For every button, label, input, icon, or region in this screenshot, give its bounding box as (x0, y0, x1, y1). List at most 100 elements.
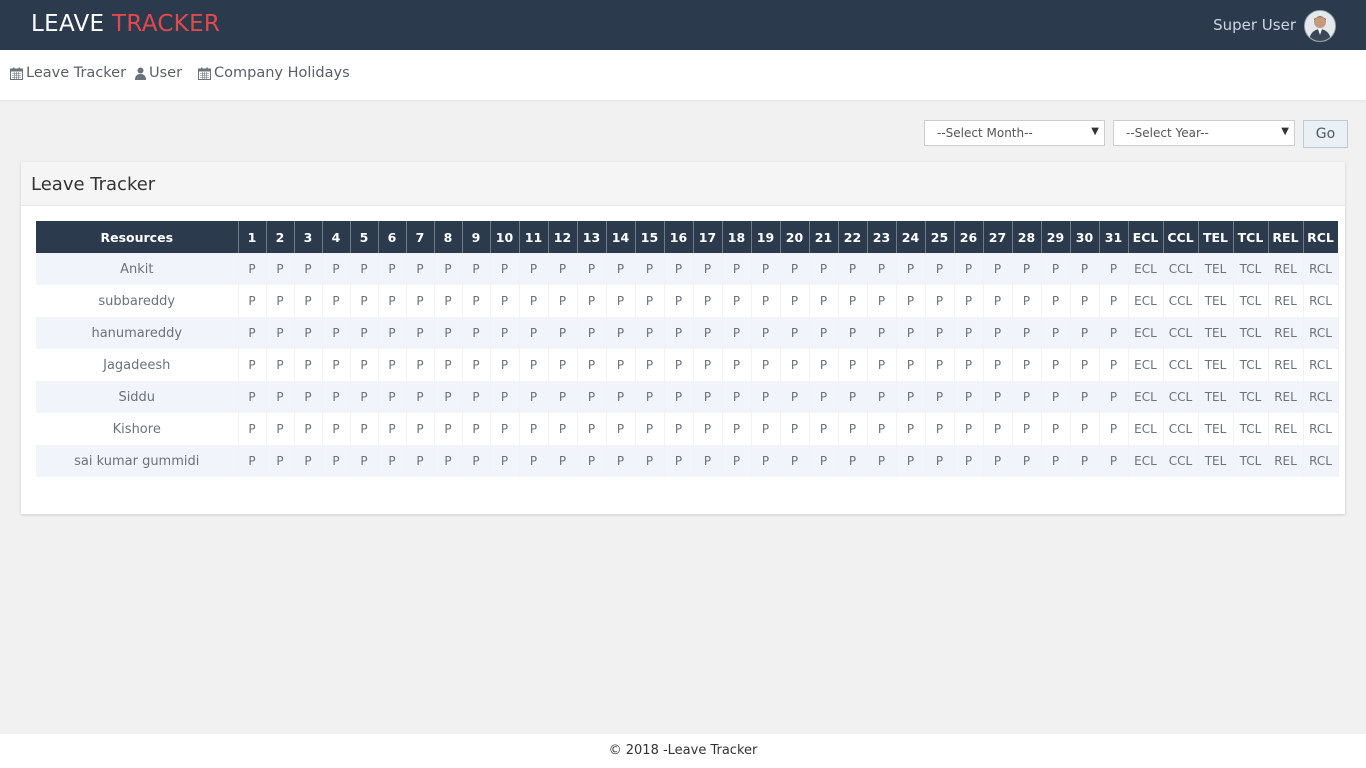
day-cell: P (722, 413, 752, 445)
day-cell: P (1099, 253, 1129, 285)
day-cell: P (780, 253, 810, 285)
column-header: 27 (983, 221, 1013, 253)
day-cell: P (378, 349, 407, 381)
leave-tracker-panel: Leave Tracker Resources 1 2 3 4 5 6 7 8 9 10 11 12 13… (21, 162, 1345, 514)
nav-user[interactable]: User (135, 65, 182, 81)
column-header: 18 (722, 221, 752, 253)
day-cell: P (925, 317, 955, 349)
day-cell: P (548, 285, 578, 317)
user-name[interactable]: Super User (1213, 16, 1296, 34)
summary-cell: RCL (1303, 381, 1339, 413)
column-header: 26 (954, 221, 984, 253)
day-cell: P (434, 445, 463, 477)
day-cell: P (722, 317, 752, 349)
resource-name: hanumareddy (36, 317, 239, 349)
column-header: 25 (925, 221, 955, 253)
footer: © 2018 -Leave Tracker (0, 734, 1366, 768)
day-cell: P (266, 445, 295, 477)
day-cell: P (1070, 413, 1100, 445)
day-cell: P (577, 349, 607, 381)
table-row: Siddu P P P P P P P P P P P P P P P P P P P P P P P P P P P P P P P ECL C… (36, 381, 1339, 413)
summary-cell: ECL (1128, 445, 1164, 477)
day-cell: P (1012, 285, 1042, 317)
leave-table: Resources 1 2 3 4 5 6 7 8 9 10 11 12 13 14 15 16 17 18 19 20… (36, 221, 1339, 477)
day-cell: P (1041, 445, 1071, 477)
go-button[interactable]: Go (1303, 120, 1348, 148)
table-row: hanumareddy P P P P P P P P P P P P P P P P P P P P P P P P P P P P P… (36, 317, 1339, 349)
day-cell: P (238, 445, 267, 477)
footer-text: © 2018 -Leave Tracker (608, 743, 758, 758)
day-cell: P (751, 381, 781, 413)
column-header: 12 (548, 221, 578, 253)
table-row: subbareddy P P P P P P P P P P P P P P P P P P P P P P P P P P P P P P… (36, 285, 1339, 317)
day-cell: P (462, 317, 491, 349)
nav-company-holidays[interactable]: Company Holidays (198, 65, 350, 81)
day-cell: P (519, 285, 549, 317)
summary-cell: RCL (1303, 285, 1339, 317)
month-select-value: --Select Month-- (937, 126, 1033, 140)
day-cell: P (322, 285, 351, 317)
column-header: REL (1268, 221, 1304, 253)
avatar[interactable] (1304, 10, 1336, 42)
summary-cell: CCL (1163, 381, 1199, 413)
day-cell: P (350, 413, 379, 445)
day-cell: P (693, 317, 723, 349)
day-cell: P (577, 285, 607, 317)
nav-label: User (149, 65, 183, 81)
summary-cell: REL (1268, 381, 1304, 413)
day-cell: P (1099, 381, 1129, 413)
day-cell: P (462, 381, 491, 413)
day-cell: P (1099, 317, 1129, 349)
day-cell: P (867, 317, 897, 349)
nav-leave-tracker[interactable]: Leave Tracker (10, 65, 126, 81)
day-cell: P (1070, 285, 1100, 317)
column-header: 23 (867, 221, 897, 253)
day-cell: P (606, 253, 636, 285)
summary-cell: CCL (1163, 349, 1199, 381)
column-header: CCL (1163, 221, 1199, 253)
day-cell: P (266, 285, 295, 317)
day-cell: P (693, 413, 723, 445)
day-cell: P (350, 285, 379, 317)
column-header: 11 (519, 221, 549, 253)
day-cell: P (983, 413, 1013, 445)
day-cell: P (238, 317, 267, 349)
day-cell: P (809, 413, 839, 445)
day-cell: P (954, 381, 984, 413)
day-cell: P (954, 445, 984, 477)
summary-cell: TCL (1233, 413, 1269, 445)
day-cell: P (693, 253, 723, 285)
day-cell: P (577, 413, 607, 445)
day-cell: P (350, 253, 379, 285)
table-row: Ankit P P P P P P P P P P P P P P P P P P P P P P P P P P P P P P P ECL C… (36, 253, 1339, 285)
summary-cell: ECL (1128, 381, 1164, 413)
app-logo[interactable]: LEAVE TRACKER (31, 11, 220, 37)
summary-cell: RCL (1303, 349, 1339, 381)
day-cell: P (838, 317, 868, 349)
summary-cell: REL (1268, 349, 1304, 381)
column-header: 5 (350, 221, 379, 253)
year-select[interactable]: --Select Year-- ▼ (1113, 120, 1295, 146)
day-cell: P (1041, 381, 1071, 413)
day-cell: P (809, 381, 839, 413)
day-cell: P (519, 413, 549, 445)
day-cell: P (606, 413, 636, 445)
summary-cell: TEL (1198, 349, 1234, 381)
day-cell: P (809, 349, 839, 381)
day-cell: P (606, 317, 636, 349)
column-header: 19 (751, 221, 781, 253)
day-cell: P (780, 317, 810, 349)
day-cell: P (577, 381, 607, 413)
day-cell: P (1070, 349, 1100, 381)
day-cell: P (606, 349, 636, 381)
day-cell: P (378, 413, 407, 445)
day-cell: P (693, 445, 723, 477)
month-select[interactable]: --Select Month-- ▼ (924, 120, 1105, 146)
resource-name: Siddu (36, 381, 239, 413)
day-cell: P (722, 445, 752, 477)
day-cell: P (896, 413, 926, 445)
day-cell: P (983, 317, 1013, 349)
day-cell: P (322, 349, 351, 381)
avatar-image (1305, 11, 1335, 41)
day-cell: P (519, 349, 549, 381)
